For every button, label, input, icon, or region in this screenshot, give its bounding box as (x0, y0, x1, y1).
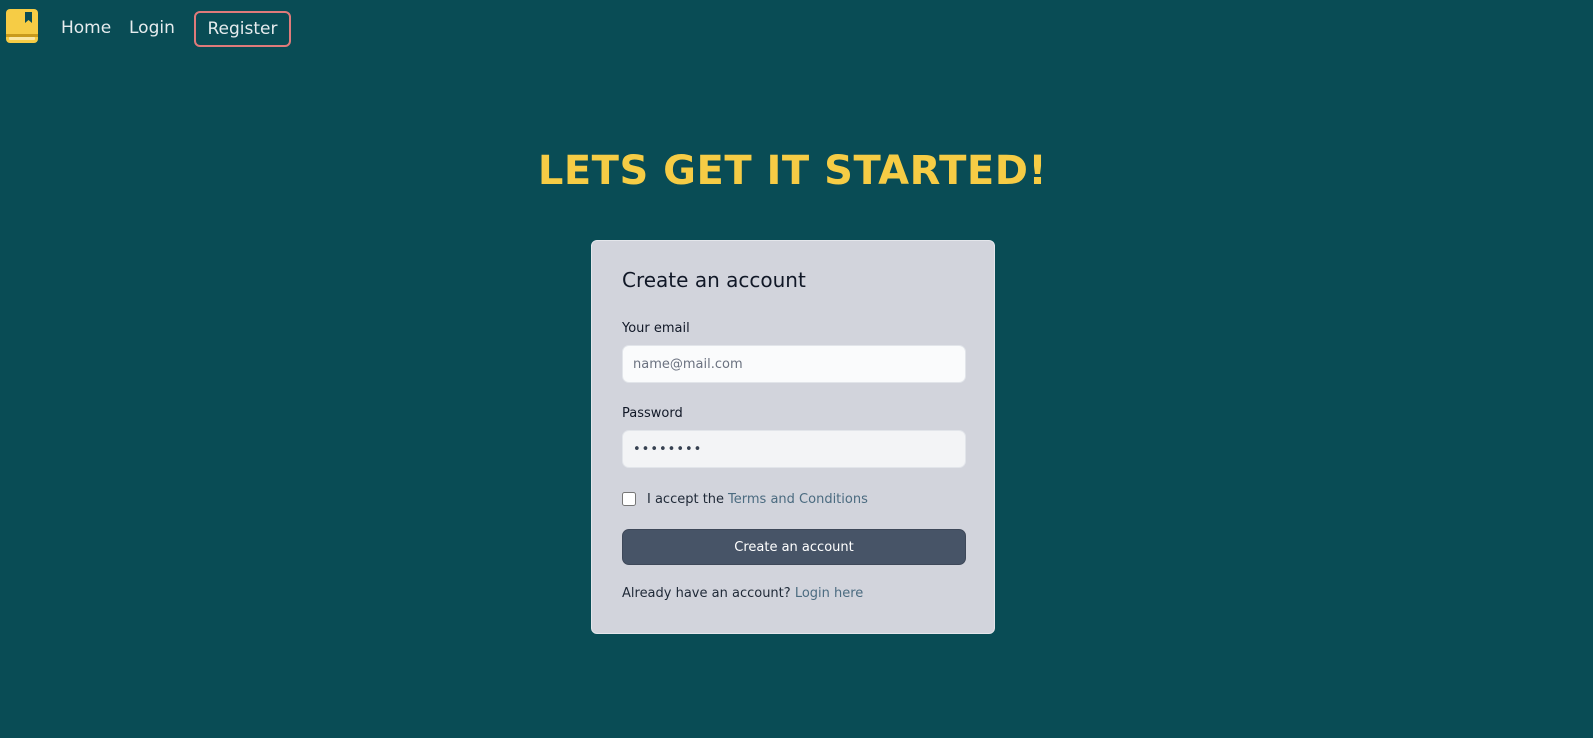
nav-login-link[interactable]: Login (129, 17, 175, 39)
card-title: Create an account (622, 268, 806, 292)
password-label: Password (622, 406, 683, 421)
email-input[interactable] (622, 345, 966, 383)
password-input[interactable] (622, 430, 966, 468)
top-navbar: Home Login Register (0, 0, 1593, 58)
accept-text: I accept the (647, 491, 725, 507)
nav-home-link[interactable]: Home (61, 17, 111, 39)
nav-register-button[interactable]: Register (194, 11, 291, 47)
terms-row: I accept the Terms and Conditions (622, 491, 868, 507)
login-prompt: Already have an account? Login here (622, 586, 863, 601)
register-card: Create an account Your email Password I … (591, 240, 995, 634)
create-account-button[interactable]: Create an account (622, 529, 966, 565)
login-here-link[interactable]: Login here (795, 586, 864, 601)
hero-title: LETS GET IT STARTED! (537, 148, 1048, 194)
footer-text: Already have an account? (622, 586, 791, 601)
book-icon[interactable] (5, 8, 39, 44)
terms-link[interactable]: Terms and Conditions (728, 492, 868, 507)
terms-checkbox[interactable] (622, 492, 636, 506)
email-label: Your email (622, 321, 690, 336)
